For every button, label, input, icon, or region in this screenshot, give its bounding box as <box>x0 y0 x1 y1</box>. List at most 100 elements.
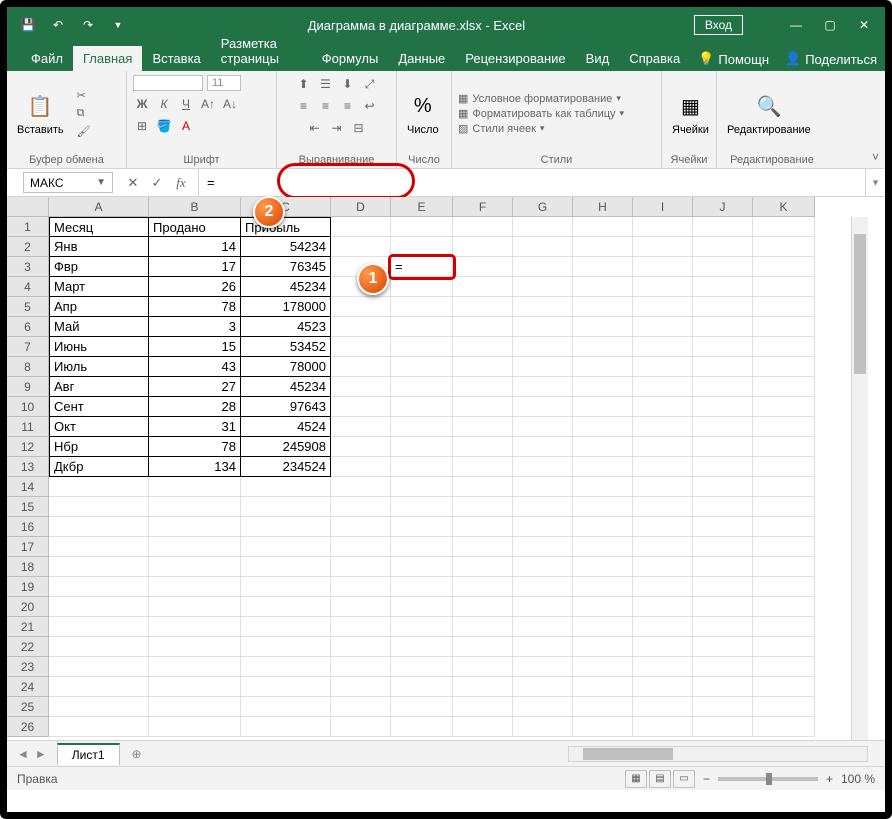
row-header-2[interactable]: 2 <box>7 237 49 257</box>
col-header-H[interactable]: H <box>573 197 633 217</box>
cell-D10[interactable] <box>331 397 391 417</box>
cell-E23[interactable] <box>391 657 453 677</box>
cell-K11[interactable] <box>753 417 815 437</box>
cell-C7[interactable]: 53452 <box>241 337 331 357</box>
cell-J25[interactable] <box>693 697 753 717</box>
cell-E2[interactable] <box>391 237 453 257</box>
tab-page-layout[interactable]: Разметка страницы <box>211 31 312 71</box>
cell-K19[interactable] <box>753 577 815 597</box>
cell-J20[interactable] <box>693 597 753 617</box>
cell-F3[interactable] <box>453 257 513 277</box>
cell-D15[interactable] <box>331 497 391 517</box>
cell-C24[interactable] <box>241 677 331 697</box>
save-icon[interactable]: 💾 <box>15 12 41 38</box>
cell-E15[interactable] <box>391 497 453 517</box>
cell-G25[interactable] <box>513 697 573 717</box>
cell-B17[interactable] <box>149 537 241 557</box>
cell-K23[interactable] <box>753 657 815 677</box>
cell-H19[interactable] <box>573 577 633 597</box>
cell-D16[interactable] <box>331 517 391 537</box>
cell-F9[interactable] <box>453 377 513 397</box>
cell-G15[interactable] <box>513 497 573 517</box>
format-as-table-button[interactable]: ▦Форматировать как таблицу▾ <box>458 107 624 120</box>
cell-A21[interactable] <box>49 617 149 637</box>
name-box-dropdown-icon[interactable]: ▼ <box>96 177 106 188</box>
cell-I22[interactable] <box>633 637 693 657</box>
cell-I23[interactable] <box>633 657 693 677</box>
cell-A4[interactable]: Март <box>49 277 149 297</box>
align-right-icon[interactable]: ≡ <box>339 97 357 115</box>
row-header-18[interactable]: 18 <box>7 557 49 577</box>
cell-E4[interactable] <box>391 277 453 297</box>
cell-H24[interactable] <box>573 677 633 697</box>
cell-I15[interactable] <box>633 497 693 517</box>
cell-F12[interactable] <box>453 437 513 457</box>
cell-B2[interactable]: 14 <box>149 237 241 257</box>
cancel-formula-icon[interactable]: ✕ <box>122 175 144 191</box>
cell-K12[interactable] <box>753 437 815 457</box>
cell-H12[interactable] <box>573 437 633 457</box>
cell-A3[interactable]: Фвр <box>49 257 149 277</box>
cell-C21[interactable] <box>241 617 331 637</box>
cell-G26[interactable] <box>513 717 573 737</box>
insert-function-icon[interactable]: fx <box>170 175 192 191</box>
cell-J2[interactable] <box>693 237 753 257</box>
cell-K15[interactable] <box>753 497 815 517</box>
cell-G19[interactable] <box>513 577 573 597</box>
cell-C18[interactable] <box>241 557 331 577</box>
cell-J3[interactable] <box>693 257 753 277</box>
cell-G14[interactable] <box>513 477 573 497</box>
cell-F15[interactable] <box>453 497 513 517</box>
cell-G12[interactable] <box>513 437 573 457</box>
cell-J8[interactable] <box>693 357 753 377</box>
cell-F21[interactable] <box>453 617 513 637</box>
increase-indent-icon[interactable]: ⇥ <box>328 119 346 137</box>
cell-K5[interactable] <box>753 297 815 317</box>
row-header-20[interactable]: 20 <box>7 597 49 617</box>
cell-D5[interactable] <box>331 297 391 317</box>
cell-D2[interactable] <box>331 237 391 257</box>
cell-E18[interactable] <box>391 557 453 577</box>
cell-J18[interactable] <box>693 557 753 577</box>
bold-icon[interactable]: Ж <box>133 95 151 113</box>
cell-I14[interactable] <box>633 477 693 497</box>
cell-F4[interactable] <box>453 277 513 297</box>
zoom-slider[interactable] <box>718 777 818 781</box>
cell-G16[interactable] <box>513 517 573 537</box>
row-header-22[interactable]: 22 <box>7 637 49 657</box>
cell-E26[interactable] <box>391 717 453 737</box>
cell-A5[interactable]: Апр <box>49 297 149 317</box>
formula-input[interactable] <box>199 169 865 196</box>
cell-I6[interactable] <box>633 317 693 337</box>
cell-I24[interactable] <box>633 677 693 697</box>
cell-H2[interactable] <box>573 237 633 257</box>
tab-view[interactable]: Вид <box>576 46 620 71</box>
cell-A14[interactable] <box>49 477 149 497</box>
cell-D11[interactable] <box>331 417 391 437</box>
cell-K20[interactable] <box>753 597 815 617</box>
cell-B12[interactable]: 78 <box>149 437 241 457</box>
cell-E21[interactable] <box>391 617 453 637</box>
cell-B23[interactable] <box>149 657 241 677</box>
cell-K24[interactable] <box>753 677 815 697</box>
cell-I17[interactable] <box>633 537 693 557</box>
cell-A17[interactable] <box>49 537 149 557</box>
cell-A9[interactable]: Авг <box>49 377 149 397</box>
cell-D19[interactable] <box>331 577 391 597</box>
grow-font-icon[interactable]: A↑ <box>199 95 217 113</box>
cell-K21[interactable] <box>753 617 815 637</box>
cell-H20[interactable] <box>573 597 633 617</box>
cell-H16[interactable] <box>573 517 633 537</box>
cell-H10[interactable] <box>573 397 633 417</box>
row-header-25[interactable]: 25 <box>7 697 49 717</box>
cell-A23[interactable] <box>49 657 149 677</box>
merge-icon[interactable]: ⊟ <box>350 119 368 137</box>
cell-B3[interactable]: 17 <box>149 257 241 277</box>
row-header-5[interactable]: 5 <box>7 297 49 317</box>
cell-J7[interactable] <box>693 337 753 357</box>
cell-H4[interactable] <box>573 277 633 297</box>
cell-K13[interactable] <box>753 457 815 477</box>
cell-J13[interactable] <box>693 457 753 477</box>
cell-I20[interactable] <box>633 597 693 617</box>
cut-icon[interactable]: ✂ <box>74 88 94 103</box>
